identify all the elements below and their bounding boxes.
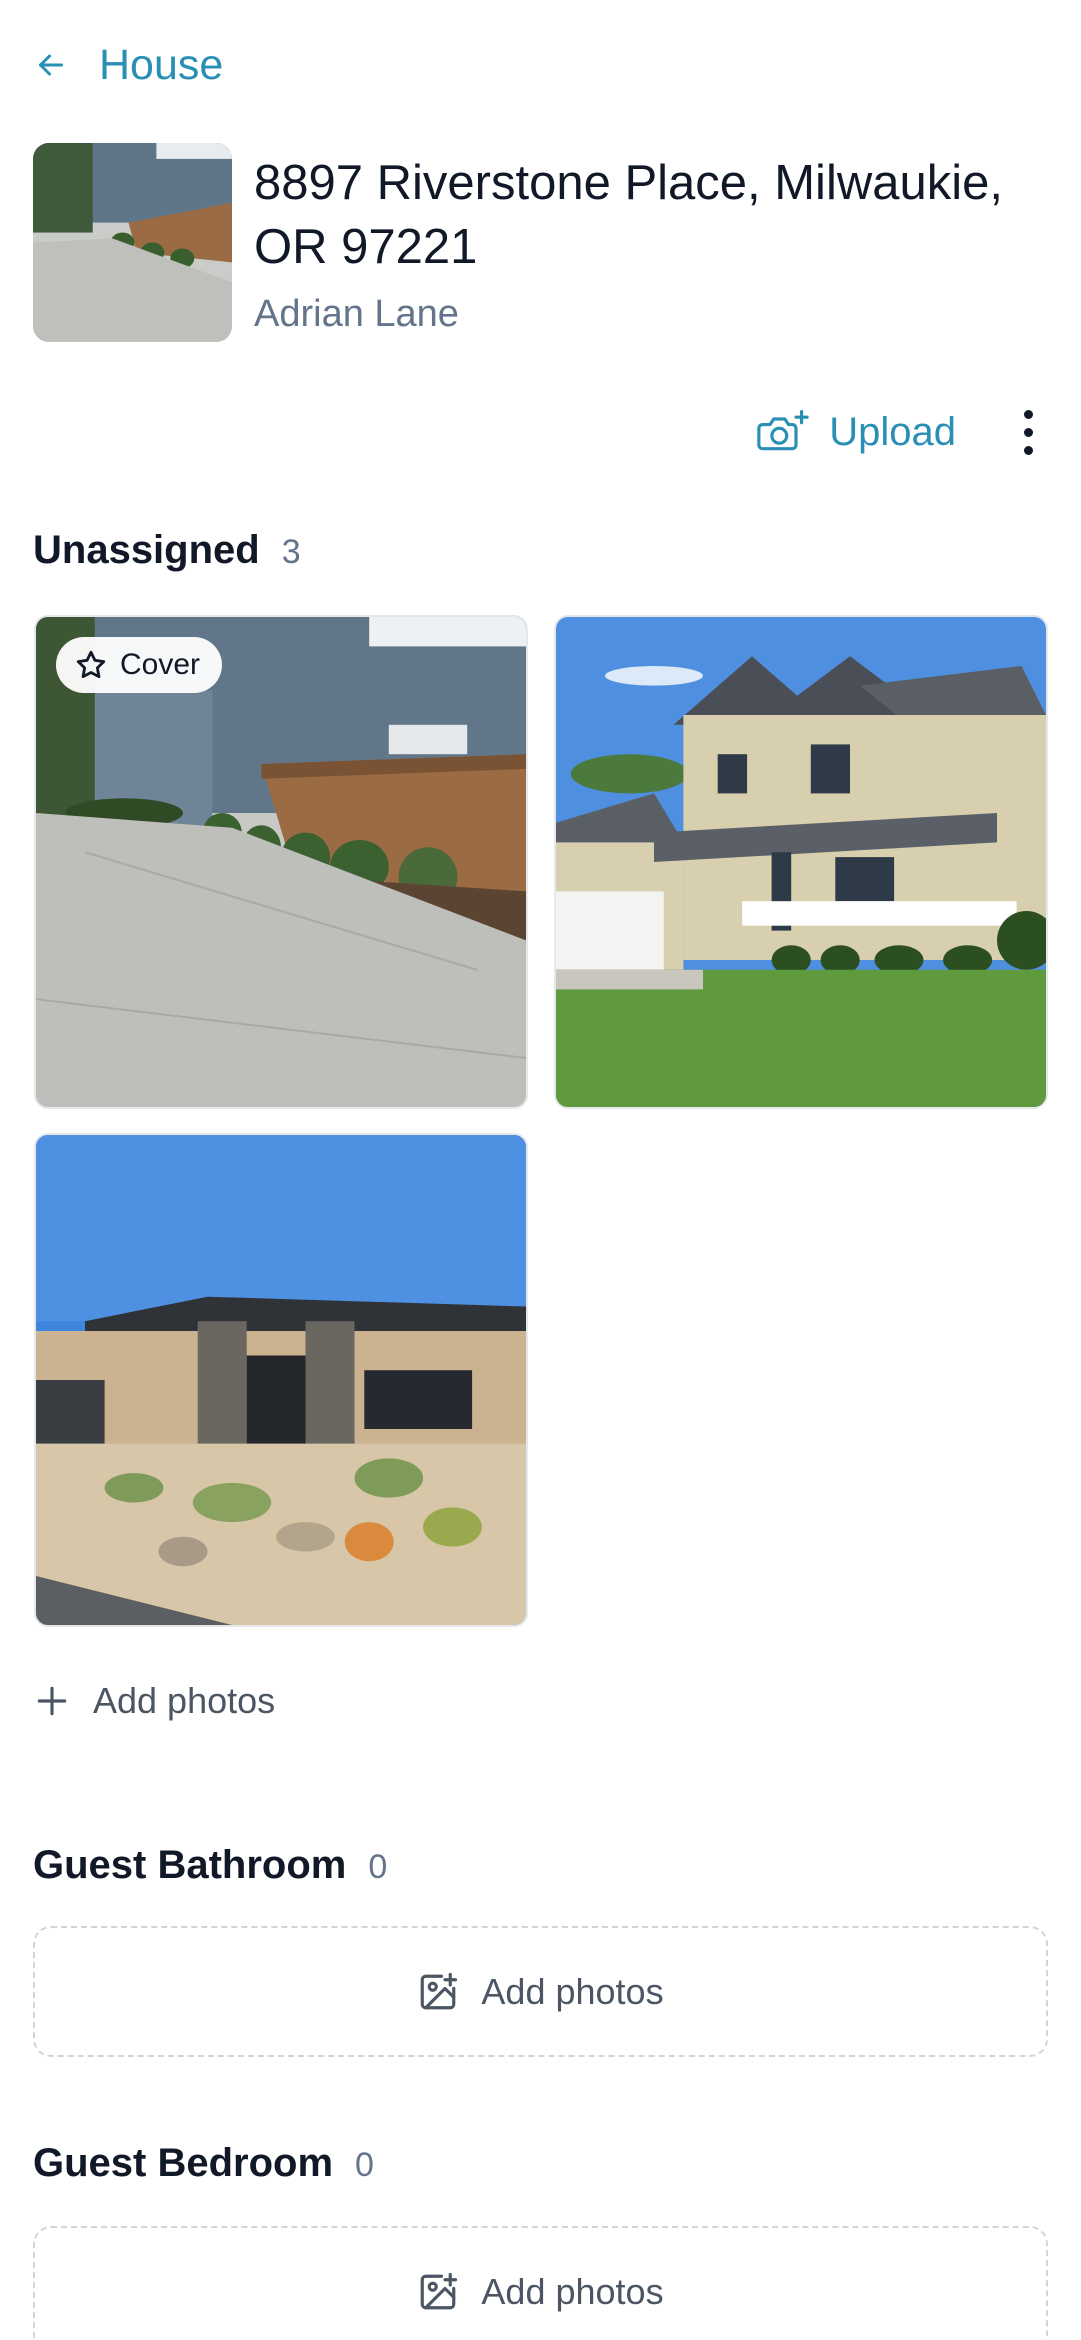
back-arrow-icon[interactable]	[33, 47, 69, 83]
plus-icon	[37, 1686, 67, 1716]
section-title: Guest Bathroom	[33, 1843, 347, 1887]
photo-tile[interactable]	[554, 615, 1048, 1109]
page-title: House	[99, 40, 224, 89]
section-count: 3	[281, 533, 301, 571]
property-info: 8897 Riverstone Place, Milwaukie, OR 972…	[254, 143, 1048, 342]
section-header-unassigned: Unassigned 3	[33, 528, 301, 573]
upload-label: Upload	[829, 409, 956, 454]
more-options-icon[interactable]	[1008, 402, 1048, 462]
section-header-guest-bedroom: Guest Bedroom 0	[33, 2141, 374, 2186]
add-photos-label: Add photos	[481, 1970, 664, 2012]
photo-tile[interactable]: Cover	[34, 615, 528, 1109]
property-owner: Adrian Lane	[254, 293, 459, 335]
cover-badge[interactable]: Cover	[56, 637, 223, 693]
property-header: 8897 Riverstone Place, Milwaukie, OR 972…	[33, 143, 1048, 342]
image-plus-icon	[421, 1972, 458, 2009]
add-photos-link[interactable]: Add photos	[33, 1671, 275, 1731]
upload-button[interactable]: Upload	[757, 409, 956, 455]
camera-plus-icon	[757, 409, 809, 451]
section-count: 0	[355, 2146, 374, 2184]
add-photos-label: Add photos	[481, 2270, 664, 2312]
property-thumbnail[interactable]	[33, 143, 232, 342]
property-address: 8897 Riverstone Place, Milwaukie, OR 972…	[254, 156, 1003, 274]
star-icon	[76, 650, 106, 679]
section-title: Unassigned	[33, 528, 260, 572]
cover-label: Cover	[120, 648, 201, 681]
add-photos-label: Add photos	[93, 1680, 276, 1721]
photo-tile[interactable]	[34, 1133, 528, 1627]
add-photos-dropzone[interactable]: Add photos	[33, 1926, 1048, 2057]
section-count: 0	[368, 1848, 388, 1886]
section-header-guest-bathroom: Guest Bathroom 0	[33, 1843, 387, 1888]
section-title: Guest Bedroom	[33, 2141, 334, 2185]
top-bar: House	[33, 38, 223, 92]
image-plus-icon	[421, 2272, 458, 2309]
add-photos-dropzone[interactable]: Add photos	[33, 2226, 1048, 2340]
photo-actions: Upload	[757, 402, 1048, 462]
